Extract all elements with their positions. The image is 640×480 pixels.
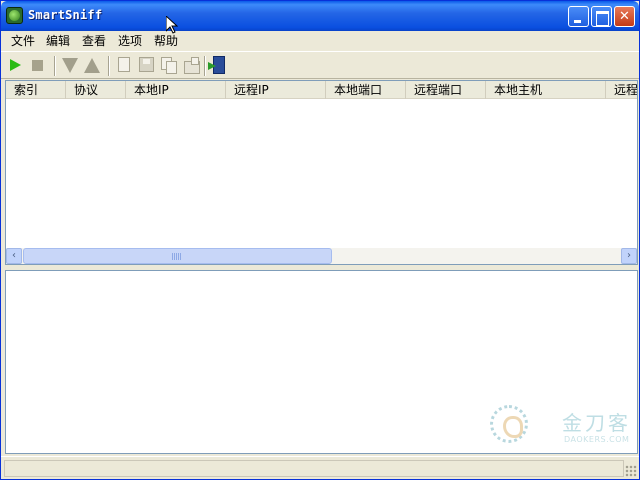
toolbar-separator: [54, 56, 56, 76]
app-window: SmartSniff 文件 编辑 查看 选项 帮助 索引 协议 本地IP 远程I…: [0, 0, 640, 480]
column-header-index[interactable]: 索引: [6, 81, 66, 99]
smartsniff-app-icon[interactable]: [6, 7, 23, 24]
status-panel: [4, 460, 624, 477]
grip-icon: [172, 253, 182, 260]
toolbar-separator: [204, 56, 206, 76]
column-header-protocol[interactable]: 协议: [66, 81, 126, 99]
resize-grip-icon[interactable]: [625, 465, 637, 477]
scroll-left-icon[interactable]: ‹: [6, 248, 22, 264]
toolbar-separator: [108, 56, 110, 76]
menu-edit[interactable]: 编辑: [46, 33, 70, 49]
save-icon[interactable]: [139, 57, 154, 72]
column-header-local-ip[interactable]: 本地IP: [126, 81, 226, 99]
packet-detail-pane[interactable]: 金刀客 DAOKERS.COM: [5, 270, 638, 454]
menu-options[interactable]: 选项: [118, 33, 142, 49]
column-header-local-port[interactable]: 本地端口: [326, 81, 406, 99]
copy-icon[interactable]: [161, 57, 177, 74]
watermark-emblem-icon: [490, 405, 528, 443]
title-bar[interactable]: SmartSniff: [1, 1, 639, 31]
packet-list[interactable]: 索引 协议 本地IP 远程IP 本地端口 远程端口 本地主机 远程 ‹ ›: [5, 80, 638, 265]
horizontal-scrollbar[interactable]: ‹ ›: [6, 248, 637, 264]
column-header-remote-port[interactable]: 远程端口: [406, 81, 486, 99]
watermark-subtext: DAOKERS.COM: [564, 435, 630, 444]
minimize-icon[interactable]: [568, 6, 589, 27]
menu-help[interactable]: 帮助: [154, 33, 178, 49]
scrollbar-thumb[interactable]: [23, 248, 332, 264]
watermark-text: 金刀客: [562, 411, 631, 435]
status-bar: [1, 456, 639, 479]
close-icon[interactable]: [614, 6, 635, 27]
toolbar: [1, 51, 639, 79]
properties-icon[interactable]: [184, 57, 200, 74]
window-title: SmartSniff: [28, 8, 103, 22]
maximize-icon[interactable]: [591, 6, 612, 27]
scroll-right-icon[interactable]: ›: [621, 248, 637, 264]
arrow-down-icon[interactable]: [62, 58, 78, 73]
arrow-up-icon[interactable]: [84, 58, 100, 73]
menu-bar: 文件 编辑 查看 选项 帮助: [1, 31, 639, 50]
exit-icon[interactable]: [208, 56, 225, 74]
document-icon[interactable]: [118, 57, 130, 72]
column-header-remote-host[interactable]: 远程: [606, 81, 637, 99]
watermark-logo: 金刀客 DAOKERS.COM: [484, 403, 636, 451]
list-header: 索引 协议 本地IP 远程IP 本地端口 远程端口 本地主机 远程: [6, 81, 637, 99]
menu-view[interactable]: 查看: [82, 33, 106, 49]
column-header-local-host[interactable]: 本地主机: [486, 81, 606, 99]
stop-icon[interactable]: [32, 60, 43, 71]
play-icon[interactable]: [10, 59, 21, 71]
menu-file[interactable]: 文件: [11, 33, 35, 49]
column-header-remote-ip[interactable]: 远程IP: [226, 81, 326, 99]
